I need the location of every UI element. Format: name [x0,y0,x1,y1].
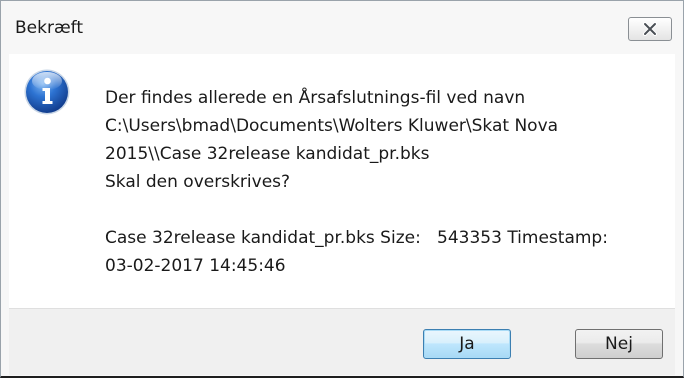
yes-button[interactable]: Ja [423,329,511,359]
message-line: Der findes allerede en Årsafslutnings-fi… [105,88,526,108]
message-line: Case 32release kandidat_pr.bks Size: 543… [105,228,608,248]
confirm-dialog: Bekræft Der findes allerede en Årsafslut… [0,0,684,378]
title-bar[interactable]: Bekræft [1,1,683,53]
message-line: C:\Users\bmad\Documents\Wolters Kluwer\S… [105,116,559,136]
message-line: 03-02-2017 14:45:46 [105,256,286,276]
info-icon [24,69,70,115]
message-line: 2015\\Case 32release kandidat_pr.bks [105,144,430,164]
close-button[interactable] [628,17,672,41]
dialog-title: Bekræft [15,18,83,38]
no-button[interactable]: Nej [575,329,663,359]
button-bar: Ja Nej [9,308,675,375]
close-icon [643,22,657,36]
message-area: Der findes allerede en Årsafslutnings-fi… [9,54,675,308]
message-line: Skal den overskrives? [105,172,291,192]
message-text: Der findes allerede en Årsafslutnings-fi… [105,84,673,280]
